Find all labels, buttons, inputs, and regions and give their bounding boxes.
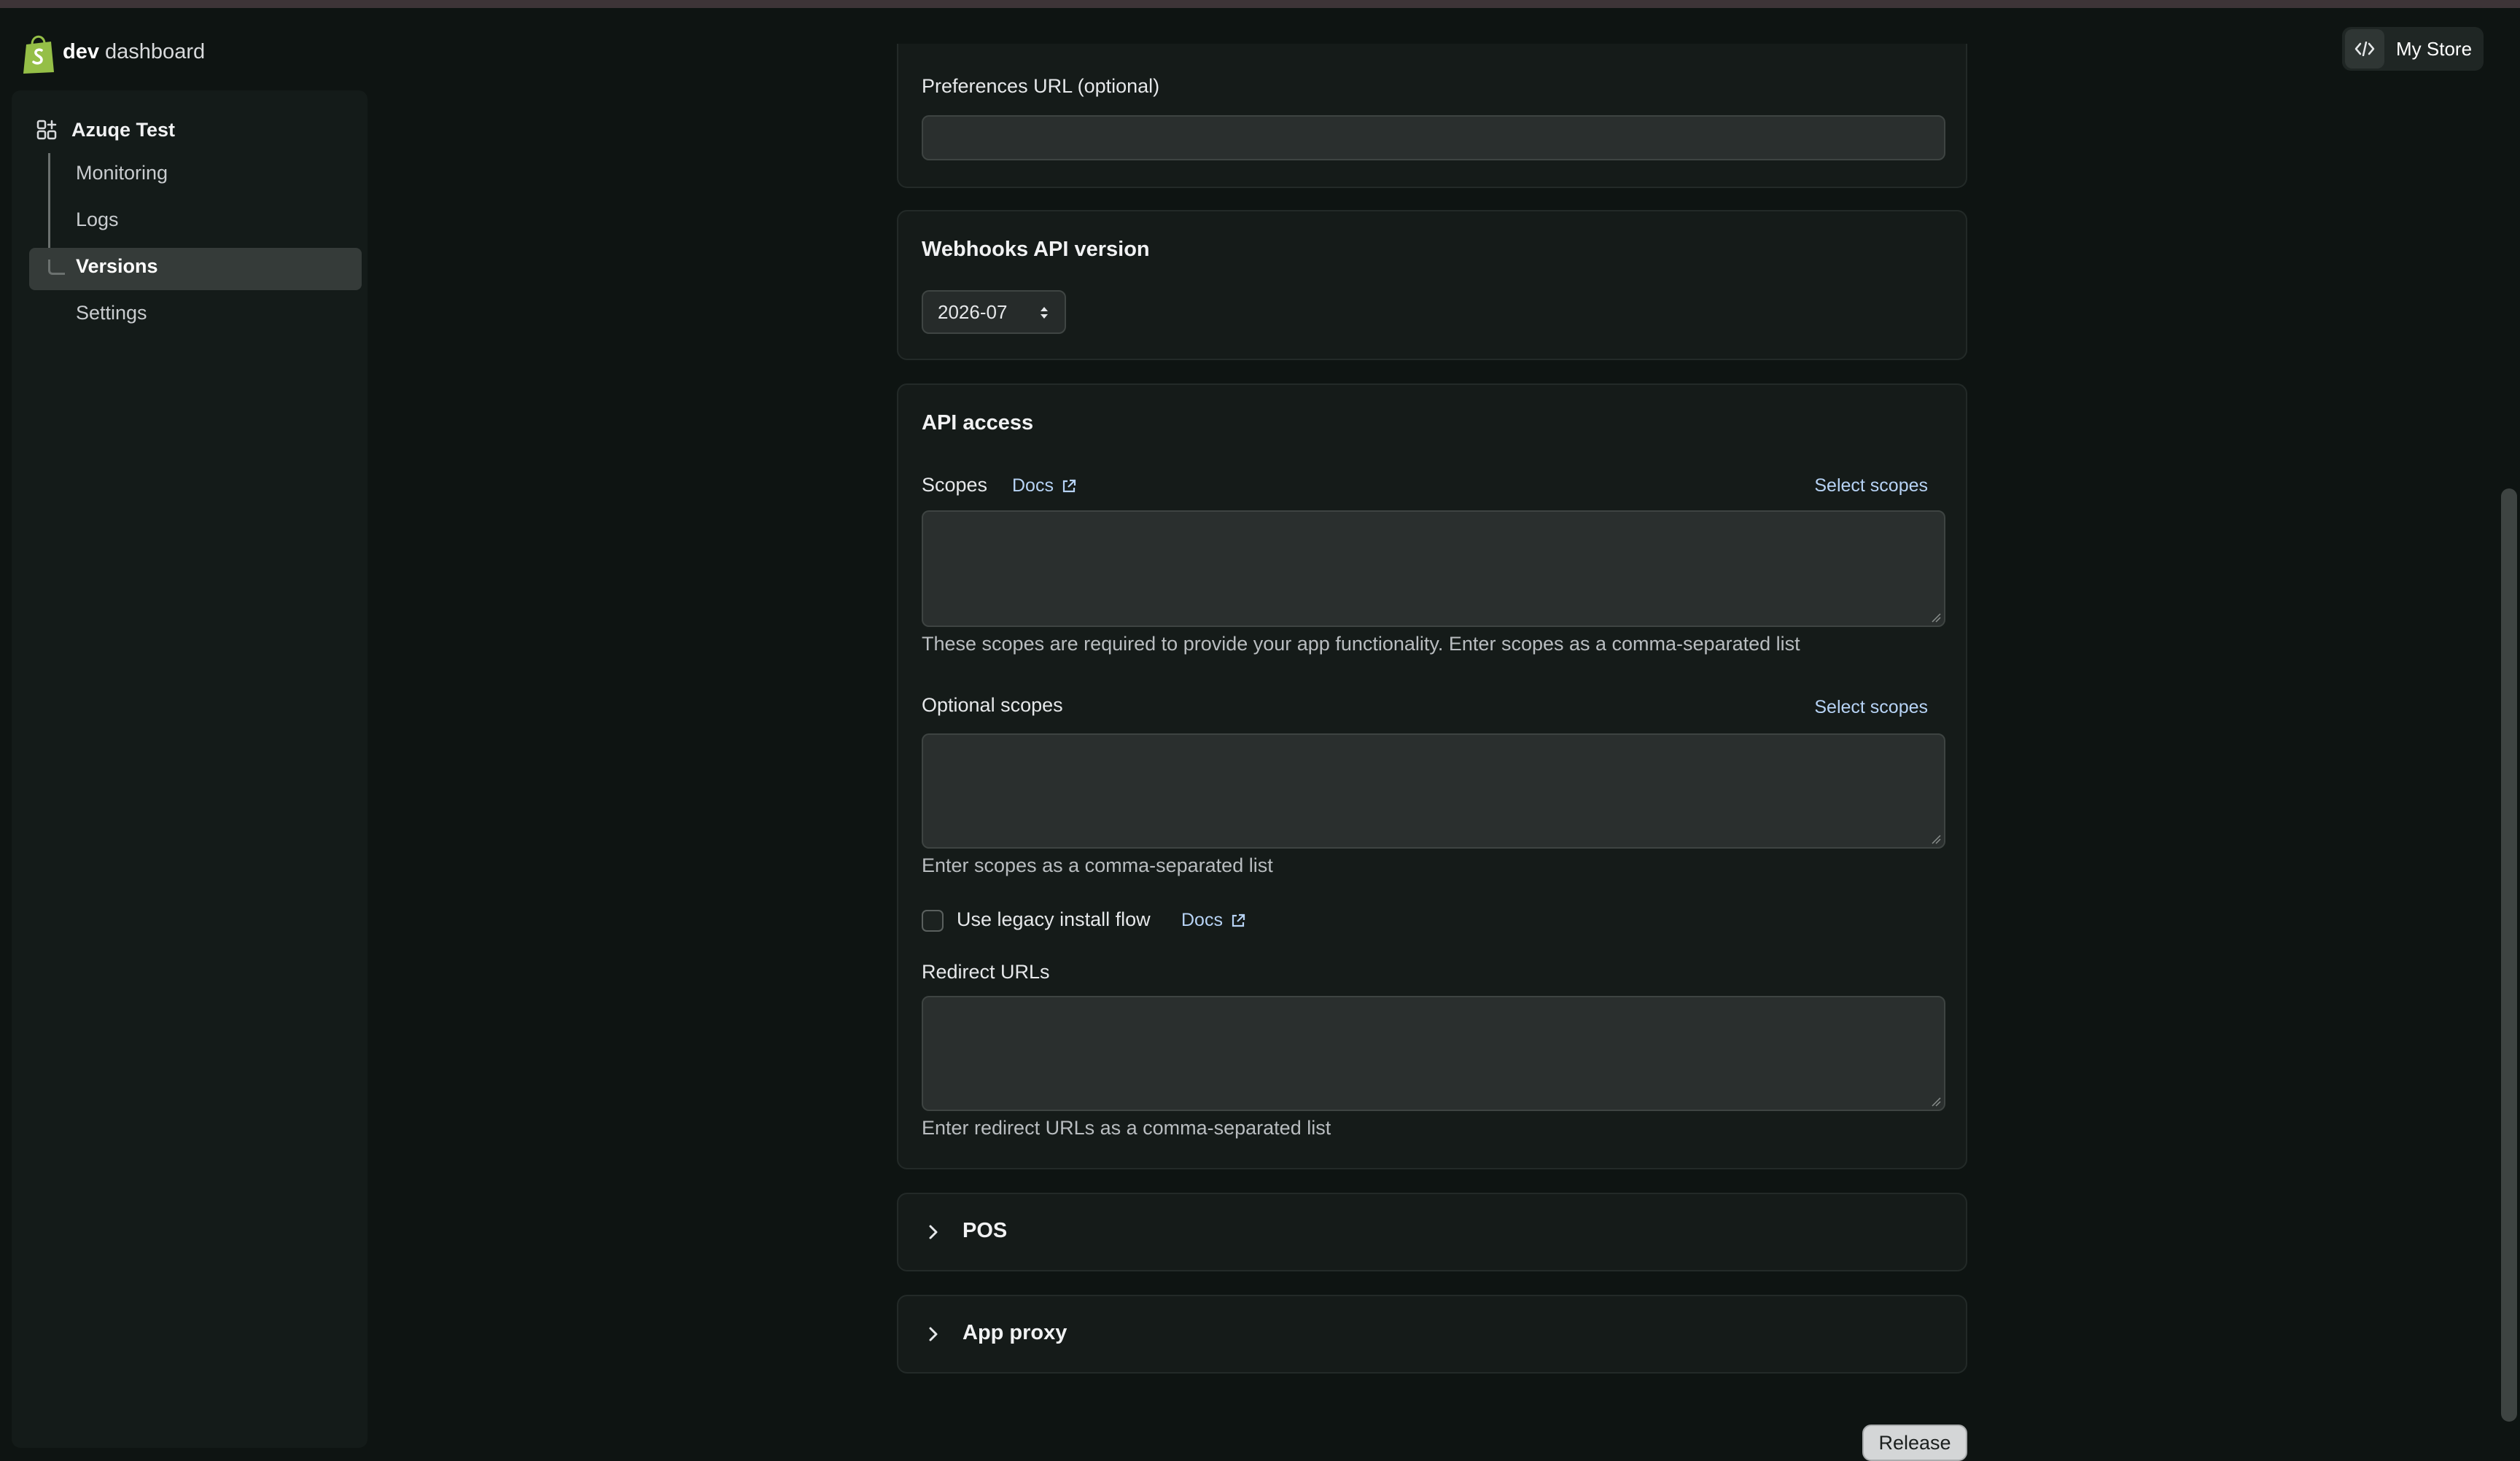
redirect-urls-textarea[interactable] bbox=[922, 996, 1945, 1111]
external-link-icon bbox=[1062, 479, 1076, 492]
scopes-help-text: These scopes are required to provide you… bbox=[922, 633, 1800, 655]
sidebar-item-monitoring[interactable]: Monitoring bbox=[76, 162, 168, 184]
sidebar-item-logs[interactable]: Logs bbox=[76, 209, 119, 231]
release-button[interactable]: Release bbox=[1862, 1425, 1967, 1461]
legacy-docs-link[interactable]: Docs bbox=[1181, 910, 1246, 931]
resize-handle-icon[interactable] bbox=[1931, 834, 1941, 844]
api-access-title: API access bbox=[922, 411, 1034, 435]
store-label: My Store bbox=[2396, 37, 2473, 60]
scopes-docs-label: Docs bbox=[1012, 475, 1054, 496]
brand-bold: dev bbox=[63, 40, 99, 63]
app-proxy-section-title: App proxy bbox=[962, 1321, 1068, 1344]
preferences-url-label: Preferences URL (optional) bbox=[922, 75, 1160, 97]
legacy-docs-label: Docs bbox=[1181, 910, 1223, 930]
webhooks-version-value: 2026-07 bbox=[938, 300, 1008, 323]
scopes-docs-link[interactable]: Docs bbox=[1012, 475, 1077, 496]
brand-rest: dashboard bbox=[105, 40, 206, 63]
legacy-install-label[interactable]: Use legacy install flow bbox=[957, 908, 1151, 931]
api-access-card: API access Scopes Docs Select scopes The… bbox=[897, 383, 1967, 1169]
redirect-urls-label: Redirect URLs bbox=[922, 961, 1050, 983]
optional-scopes-help-text: Enter scopes as a comma-separated list bbox=[922, 854, 1273, 876]
app-proxy-section-toggle[interactable]: App proxy bbox=[897, 1295, 1967, 1374]
shopify-bag-icon[interactable] bbox=[22, 34, 55, 75]
chevron-right-icon bbox=[929, 1327, 938, 1341]
scopes-textarea[interactable] bbox=[922, 510, 1945, 627]
preferences-url-input[interactable] bbox=[922, 115, 1945, 160]
redirect-urls-help-text: Enter redirect URLs as a comma-separated… bbox=[922, 1117, 1331, 1139]
webhooks-version-select[interactable]: 2026-07 bbox=[922, 290, 1066, 334]
chevron-right-icon bbox=[929, 1225, 938, 1239]
app-name: Azuqe Test bbox=[71, 118, 176, 141]
sidebar-app-title[interactable]: Azuqe Test bbox=[36, 112, 175, 147]
nav-tree-line bbox=[48, 153, 50, 262]
window-top-strip bbox=[0, 0, 2520, 8]
page-scrollbar[interactable] bbox=[2501, 488, 2517, 1422]
code-icon bbox=[2345, 29, 2384, 69]
nav-tree-hook bbox=[48, 260, 65, 275]
store-switcher-button[interactable]: My Store bbox=[2342, 27, 2484, 71]
select-arrows-icon bbox=[1041, 307, 1048, 319]
sidebar-item-versions[interactable]: Versions bbox=[76, 255, 158, 278]
scopes-label: Scopes bbox=[922, 474, 988, 496]
scopes-select-button[interactable]: Select scopes bbox=[1814, 475, 1928, 496]
optional-scopes-select-button[interactable]: Select scopes bbox=[1814, 697, 1928, 718]
legacy-install-checkbox[interactable] bbox=[922, 910, 944, 932]
brand-title[interactable]: dev dashboard bbox=[63, 40, 205, 64]
resize-handle-icon[interactable] bbox=[1931, 612, 1941, 623]
webhooks-card: Webhooks API version 2026-07 bbox=[897, 210, 1967, 360]
resize-handle-icon[interactable] bbox=[1931, 1096, 1941, 1107]
pos-section-title: POS bbox=[962, 1219, 1008, 1242]
sidebar: Azuqe Test Monitoring Logs Versions Sett… bbox=[12, 90, 368, 1448]
optional-scopes-label: Optional scopes bbox=[922, 694, 1063, 716]
webhooks-title: Webhooks API version bbox=[922, 238, 1150, 261]
external-link-icon bbox=[1232, 913, 1245, 927]
preferences-card: Preferences URL (optional) bbox=[897, 44, 1967, 188]
apps-grid-icon bbox=[36, 120, 57, 140]
optional-scopes-textarea[interactable] bbox=[922, 733, 1945, 849]
sidebar-item-settings[interactable]: Settings bbox=[76, 302, 147, 324]
pos-section-toggle[interactable]: POS bbox=[897, 1193, 1967, 1271]
